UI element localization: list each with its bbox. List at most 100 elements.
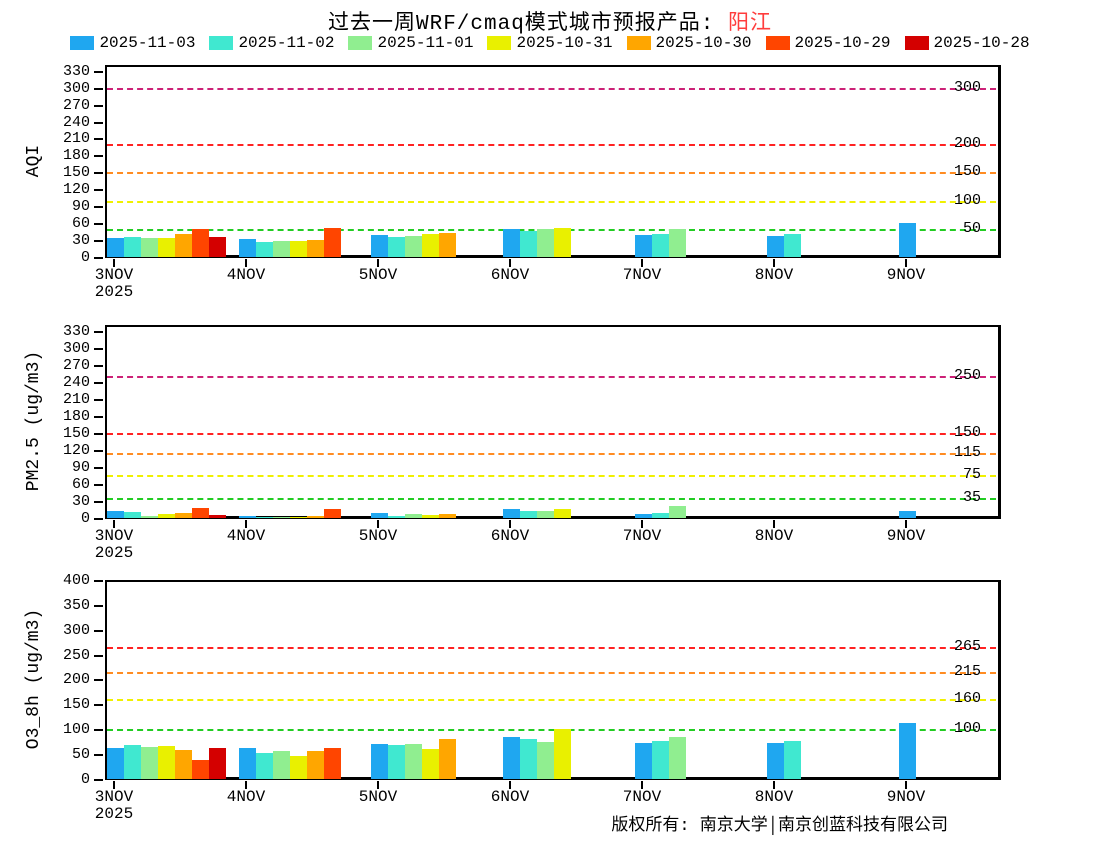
bar	[635, 742, 652, 779]
bar	[554, 509, 571, 518]
legend-swatch-icon	[487, 36, 512, 50]
page-title-city: 阳江	[728, 13, 773, 36]
threshold-line	[107, 172, 996, 175]
threshold-line	[107, 475, 996, 478]
x-tick-year-label: 2025	[94, 544, 134, 562]
bar	[405, 236, 422, 257]
bar	[899, 723, 916, 779]
bar	[767, 742, 784, 779]
y-tick-label: 120	[62, 441, 90, 459]
y-axis-tick	[94, 257, 103, 259]
y-axis-tick	[94, 70, 103, 73]
x-tick-label: 8NOV	[754, 527, 794, 545]
y-axis-tick	[94, 172, 103, 175]
y-tick-label: 300	[62, 621, 90, 639]
threshold-line	[107, 729, 996, 732]
y-tick-label: 210	[62, 130, 90, 148]
threshold-line	[107, 200, 996, 203]
bar	[141, 746, 158, 779]
bar	[209, 748, 226, 779]
bar	[503, 737, 520, 779]
bar	[439, 739, 456, 779]
y-tick-label: 300	[62, 79, 90, 97]
x-tick-label: 7NOV	[622, 788, 662, 806]
bar	[554, 228, 571, 257]
threshold-label: 215	[953, 663, 981, 681]
bar	[422, 748, 439, 779]
y-tick-label: 350	[62, 596, 90, 614]
y-tick-label: 100	[62, 721, 90, 739]
bar	[124, 236, 141, 257]
threshold-line	[107, 144, 996, 147]
threshold-label: 265	[953, 638, 981, 656]
x-tick-label: 3NOV	[94, 527, 134, 545]
y-axis-tick	[94, 223, 103, 226]
legend-label: 2025-11-02	[238, 34, 335, 52]
bar	[537, 511, 554, 518]
y-tick-label: 90	[71, 458, 90, 476]
bar	[899, 511, 916, 518]
bar	[388, 237, 405, 257]
forecast-report-page: 过去一周WRF/cmaq模式城市预报产品: 阳江 2025-11-03 2025-…	[0, 0, 1100, 850]
legend-swatch-icon	[904, 36, 929, 50]
y-axis-tick	[94, 679, 103, 682]
bar	[652, 512, 669, 518]
y-tick-label: 60	[71, 475, 90, 493]
bar	[652, 740, 669, 779]
y-tick-label: 60	[71, 215, 90, 233]
bar	[175, 512, 192, 518]
bar	[324, 509, 341, 518]
bar	[635, 234, 652, 257]
y-tick-label: 250	[62, 646, 90, 664]
y-axis-tick	[94, 466, 103, 469]
bar	[899, 222, 916, 257]
y-axis-tick	[94, 364, 103, 367]
y-tick-label: 240	[62, 113, 90, 131]
bar	[175, 750, 192, 779]
y-tick-label: 180	[62, 407, 90, 425]
threshold-label: 160	[953, 690, 981, 708]
y-axis-tick	[94, 138, 103, 141]
page-title-text: 过去一周WRF/cmaq模式城市预报产品:	[327, 13, 729, 36]
x-tick-label: 7NOV	[622, 266, 662, 284]
threshold-line	[107, 672, 996, 675]
y-axis-tick	[94, 347, 103, 350]
page-title: 过去一周WRF/cmaq模式城市预报产品: 阳江	[0, 6, 1100, 36]
x-tick-label: 8NOV	[754, 266, 794, 284]
x-tick-label: 5NOV	[358, 527, 398, 545]
legend-label: 2025-11-01	[377, 34, 474, 52]
bar	[324, 748, 341, 779]
bar	[290, 516, 307, 518]
x-tick-year-label: 2025	[94, 283, 134, 301]
legend-item: 2025-11-01	[348, 34, 473, 52]
x-tick-label: 8NOV	[754, 788, 794, 806]
y-tick-label: 270	[62, 356, 90, 374]
legend-item: 2025-10-28	[904, 34, 1030, 52]
y-tick-label: 270	[62, 96, 90, 114]
bar	[192, 760, 209, 779]
legend-item: 2025-10-31	[487, 34, 613, 52]
bar	[107, 510, 124, 518]
bar	[209, 237, 226, 257]
bar	[503, 508, 520, 518]
y-tick-label: 200	[62, 671, 90, 689]
x-tick-label: 9NOV	[886, 527, 926, 545]
legend-item: 2025-10-29	[765, 34, 891, 52]
bar	[256, 516, 273, 518]
bar	[784, 740, 801, 779]
bar	[784, 234, 801, 257]
threshold-line	[107, 452, 996, 455]
bar	[107, 748, 124, 779]
threshold-line	[107, 87, 996, 90]
y-axis-tick	[94, 240, 103, 243]
y-axis-tick	[94, 629, 103, 632]
x-tick-label: 4NOV	[226, 788, 266, 806]
x-tick-label: 6NOV	[490, 788, 530, 806]
y-tick-label: 210	[62, 390, 90, 408]
legend-swatch-icon	[626, 36, 651, 50]
legend-label: 2025-10-28	[933, 34, 1030, 52]
threshold-line	[107, 699, 996, 702]
y-tick-label: 50	[71, 746, 90, 764]
bar	[439, 233, 456, 257]
bar	[537, 741, 554, 779]
